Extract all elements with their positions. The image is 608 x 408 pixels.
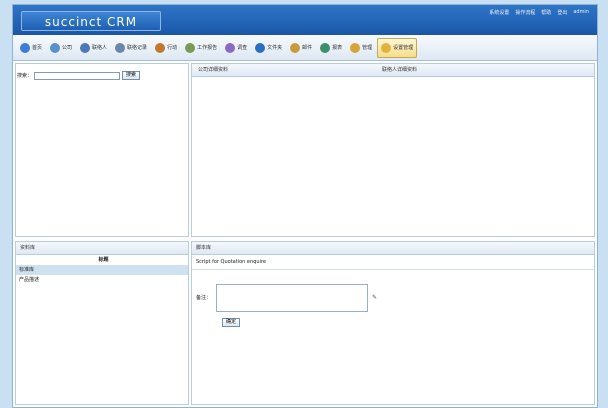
- toolbar-label: 联络人: [92, 45, 108, 51]
- toolbar-item-5[interactable]: 工作报告: [182, 39, 220, 57]
- toolbar-item-6[interactable]: 调查: [222, 39, 250, 57]
- header-bar: succinct CRM 系统设置 操作流程 帮助 登出 admin: [13, 5, 597, 35]
- admin-icon: [350, 42, 361, 53]
- toolbar-item-9[interactable]: 报表: [317, 39, 345, 57]
- building-icon: [50, 42, 61, 53]
- toolbar-item-3[interactable]: 联络记录: [112, 39, 150, 57]
- folder-icon: [255, 42, 266, 53]
- globe-icon: [20, 42, 30, 53]
- chart-icon: [320, 42, 331, 53]
- note-label: 备注：: [196, 295, 212, 301]
- library-column-header: 标题: [98, 257, 109, 263]
- top-link[interactable]: 帮助: [541, 9, 551, 16]
- top-link[interactable]: 登出: [557, 9, 567, 16]
- toolbar-label: 邮件: [302, 45, 313, 51]
- person-icon: [155, 42, 166, 53]
- toolbar-item-4[interactable]: 行动: [152, 39, 180, 57]
- confirm-button[interactable]: 确定: [222, 318, 241, 327]
- search-row: 搜索： 搜索: [17, 71, 141, 80]
- search-input[interactable]: [34, 71, 121, 80]
- toolbar-label: 首页: [32, 45, 43, 51]
- toolbar-item-11[interactable]: 设置管理: [377, 37, 418, 58]
- main-toolbar: 首页 公司 联络人 联络记录 行动 工作报告 调查 文件夹 邮件 报表 管理 设置管理: [13, 35, 597, 61]
- library-panel: 资料库 标题 标准库 产品描述: [15, 241, 189, 405]
- app-logo: succinct CRM: [21, 11, 161, 31]
- library-item[interactable]: 产品描述: [16, 275, 188, 285]
- survey-icon: [225, 42, 236, 53]
- toolbar-item-1[interactable]: 公司: [47, 39, 75, 57]
- mail-icon: [290, 42, 301, 53]
- library-title: 资料库: [16, 242, 188, 255]
- toolbar-label: 工作报告: [197, 45, 218, 51]
- search-label: 搜索：: [17, 73, 33, 79]
- toolbar-label: 行动: [167, 45, 178, 51]
- script-name: Script for Quotation enquire: [192, 255, 594, 270]
- details-header: 公司详细资料 联络人详细资料: [192, 64, 594, 77]
- details-panel: 公司详细资料 联络人详细资料: [191, 63, 595, 237]
- toolbar-item-7[interactable]: 文件夹: [252, 39, 285, 57]
- toolbar-item-0[interactable]: 首页: [17, 39, 45, 57]
- contact-details-heading: 联络人详细资料: [382, 67, 418, 73]
- crm-window: succinct CRM 系统设置 操作流程 帮助 登出 admin 首页 公司联…: [12, 4, 598, 408]
- toolbar-item-2[interactable]: 联络人: [77, 39, 110, 57]
- script-panel-title: 脚本库: [192, 242, 594, 255]
- report-icon: [185, 42, 196, 53]
- toolbar-label: 文件夹: [267, 45, 283, 51]
- search-button[interactable]: 搜索: [122, 71, 141, 80]
- toolbar-label: 公司: [62, 45, 73, 51]
- top-link[interactable]: admin: [573, 9, 589, 16]
- top-link[interactable]: 系统设置: [489, 9, 509, 16]
- toolbar-label: 调查: [237, 45, 248, 51]
- library-item[interactable]: 标准库: [16, 265, 188, 275]
- top-links: 系统设置 操作流程 帮助 登出 admin: [489, 9, 589, 16]
- company-details-heading: 公司详细资料: [198, 67, 229, 73]
- script-panel: 脚本库 Script for Quotation enquire 备注： ✎ 确…: [191, 241, 595, 405]
- toolbar-item-10[interactable]: 管理: [347, 39, 375, 57]
- settings-icon: [381, 42, 392, 53]
- top-link[interactable]: 操作流程: [515, 9, 535, 16]
- edit-icon[interactable]: ✎: [372, 294, 377, 301]
- calendar-icon: [115, 42, 126, 53]
- toolbar-item-8[interactable]: 邮件: [287, 39, 315, 57]
- toolbar-label: 管理: [362, 45, 373, 51]
- toolbar-label: 联络记录: [127, 45, 148, 51]
- search-panel: [15, 63, 189, 237]
- note-textarea[interactable]: [216, 284, 368, 312]
- toolbar-label: 设置管理: [393, 45, 414, 51]
- contacts-icon: [80, 42, 91, 53]
- toolbar-label: 报表: [332, 45, 343, 51]
